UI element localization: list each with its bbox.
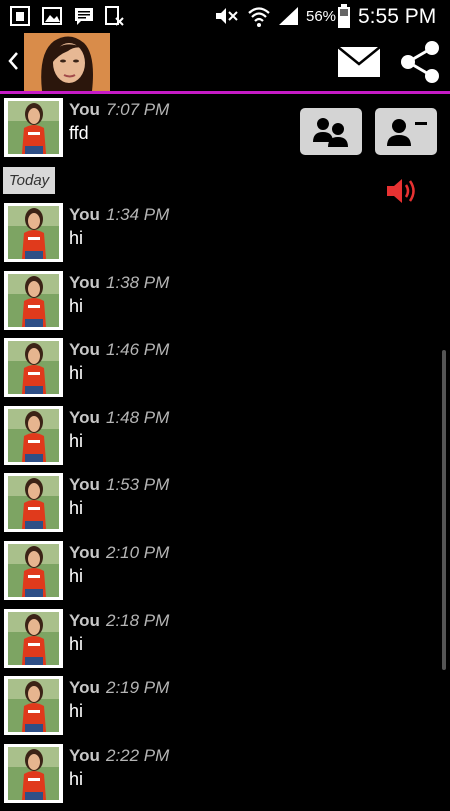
message-text: hi [69,701,84,721]
chevron-left-icon[interactable] [6,50,20,72]
message-item[interactable]: You 1:46 PM hi [0,338,450,405]
message-avatar [4,473,63,532]
message-avatar [4,338,63,397]
message-sender: You [69,205,100,224]
message-text: hi [69,228,84,248]
message-sender: You [69,543,100,562]
contact-photo [24,33,110,91]
message-sender: You [69,100,100,119]
message-sender: You [69,475,100,494]
clock: 5:55 PM [358,5,437,28]
message-time: 7:07 PM [106,100,170,119]
message-avatar [4,271,63,330]
message-time: 1:46 PM [106,340,170,359]
message-time: 2:19 PM [106,678,170,697]
message-item[interactable]: You 1:53 PM hi [0,473,450,540]
message-avatar [4,98,63,157]
message-text: ffd [69,123,89,143]
message-avatar [4,744,63,803]
notification-icon [10,6,30,26]
status-bar: 56% 5:55 PM [0,0,450,32]
message-sender: You [69,746,100,765]
group-contacts-button[interactable] [300,108,362,155]
message-sender: You [69,273,100,292]
blocked-icon [105,6,124,26]
remove-contact-icon [387,119,427,146]
battery-icon [338,4,350,28]
share-icon[interactable] [398,40,442,84]
message-time: 1:38 PM [106,273,170,292]
message-item[interactable]: You 1:48 PM hi [0,406,450,473]
message-text: hi [69,634,84,654]
message-sender: You [69,678,100,697]
message-item[interactable]: You 1:38 PM hi [0,271,450,338]
wifi-icon [248,7,270,27]
header-divider [0,91,450,94]
message-time: 1:34 PM [106,205,170,224]
mute-icon [216,8,238,24]
group-contacts-icon [313,118,348,147]
message-sender: You [69,611,100,630]
speaker-icon[interactable] [386,177,418,205]
message-text: hi [69,296,84,316]
message-item[interactable]: You 2:18 PM hi [0,609,450,676]
message-time: 2:22 PM [106,746,170,765]
message-item[interactable]: You 2:10 PM hi [0,541,450,608]
battery-percent: 56% [306,8,337,25]
message-text: hi [69,566,84,586]
message-time: 2:18 PM [106,611,170,630]
message-text: hi [69,363,84,383]
message-sender: You [69,340,100,359]
date-separator: Today [3,167,55,194]
message-text: hi [69,769,84,789]
scrollbar[interactable] [442,350,446,670]
signal-icon [279,7,298,25]
contact-avatar[interactable] [24,33,110,91]
message-text: hi [69,498,84,518]
message-sender: You [69,408,100,427]
remove-contact-button[interactable] [375,108,437,155]
message-avatar [4,676,63,735]
message-text: hi [69,431,84,451]
message-time: 1:53 PM [106,475,170,494]
mail-icon[interactable] [337,45,381,79]
message-avatar [4,609,63,668]
message-avatar [4,203,63,262]
message-avatar [4,541,63,600]
message-icon [75,8,93,25]
gallery-icon [42,7,62,25]
message-avatar [4,406,63,465]
message-time: 2:10 PM [106,543,170,562]
message-item[interactable]: You 2:19 PM hi [0,676,450,743]
message-time: 1:48 PM [106,408,170,427]
message-item[interactable]: You 1:34 PM hi [0,203,450,270]
message-item[interactable]: You 2:22 PM hi [0,744,450,811]
